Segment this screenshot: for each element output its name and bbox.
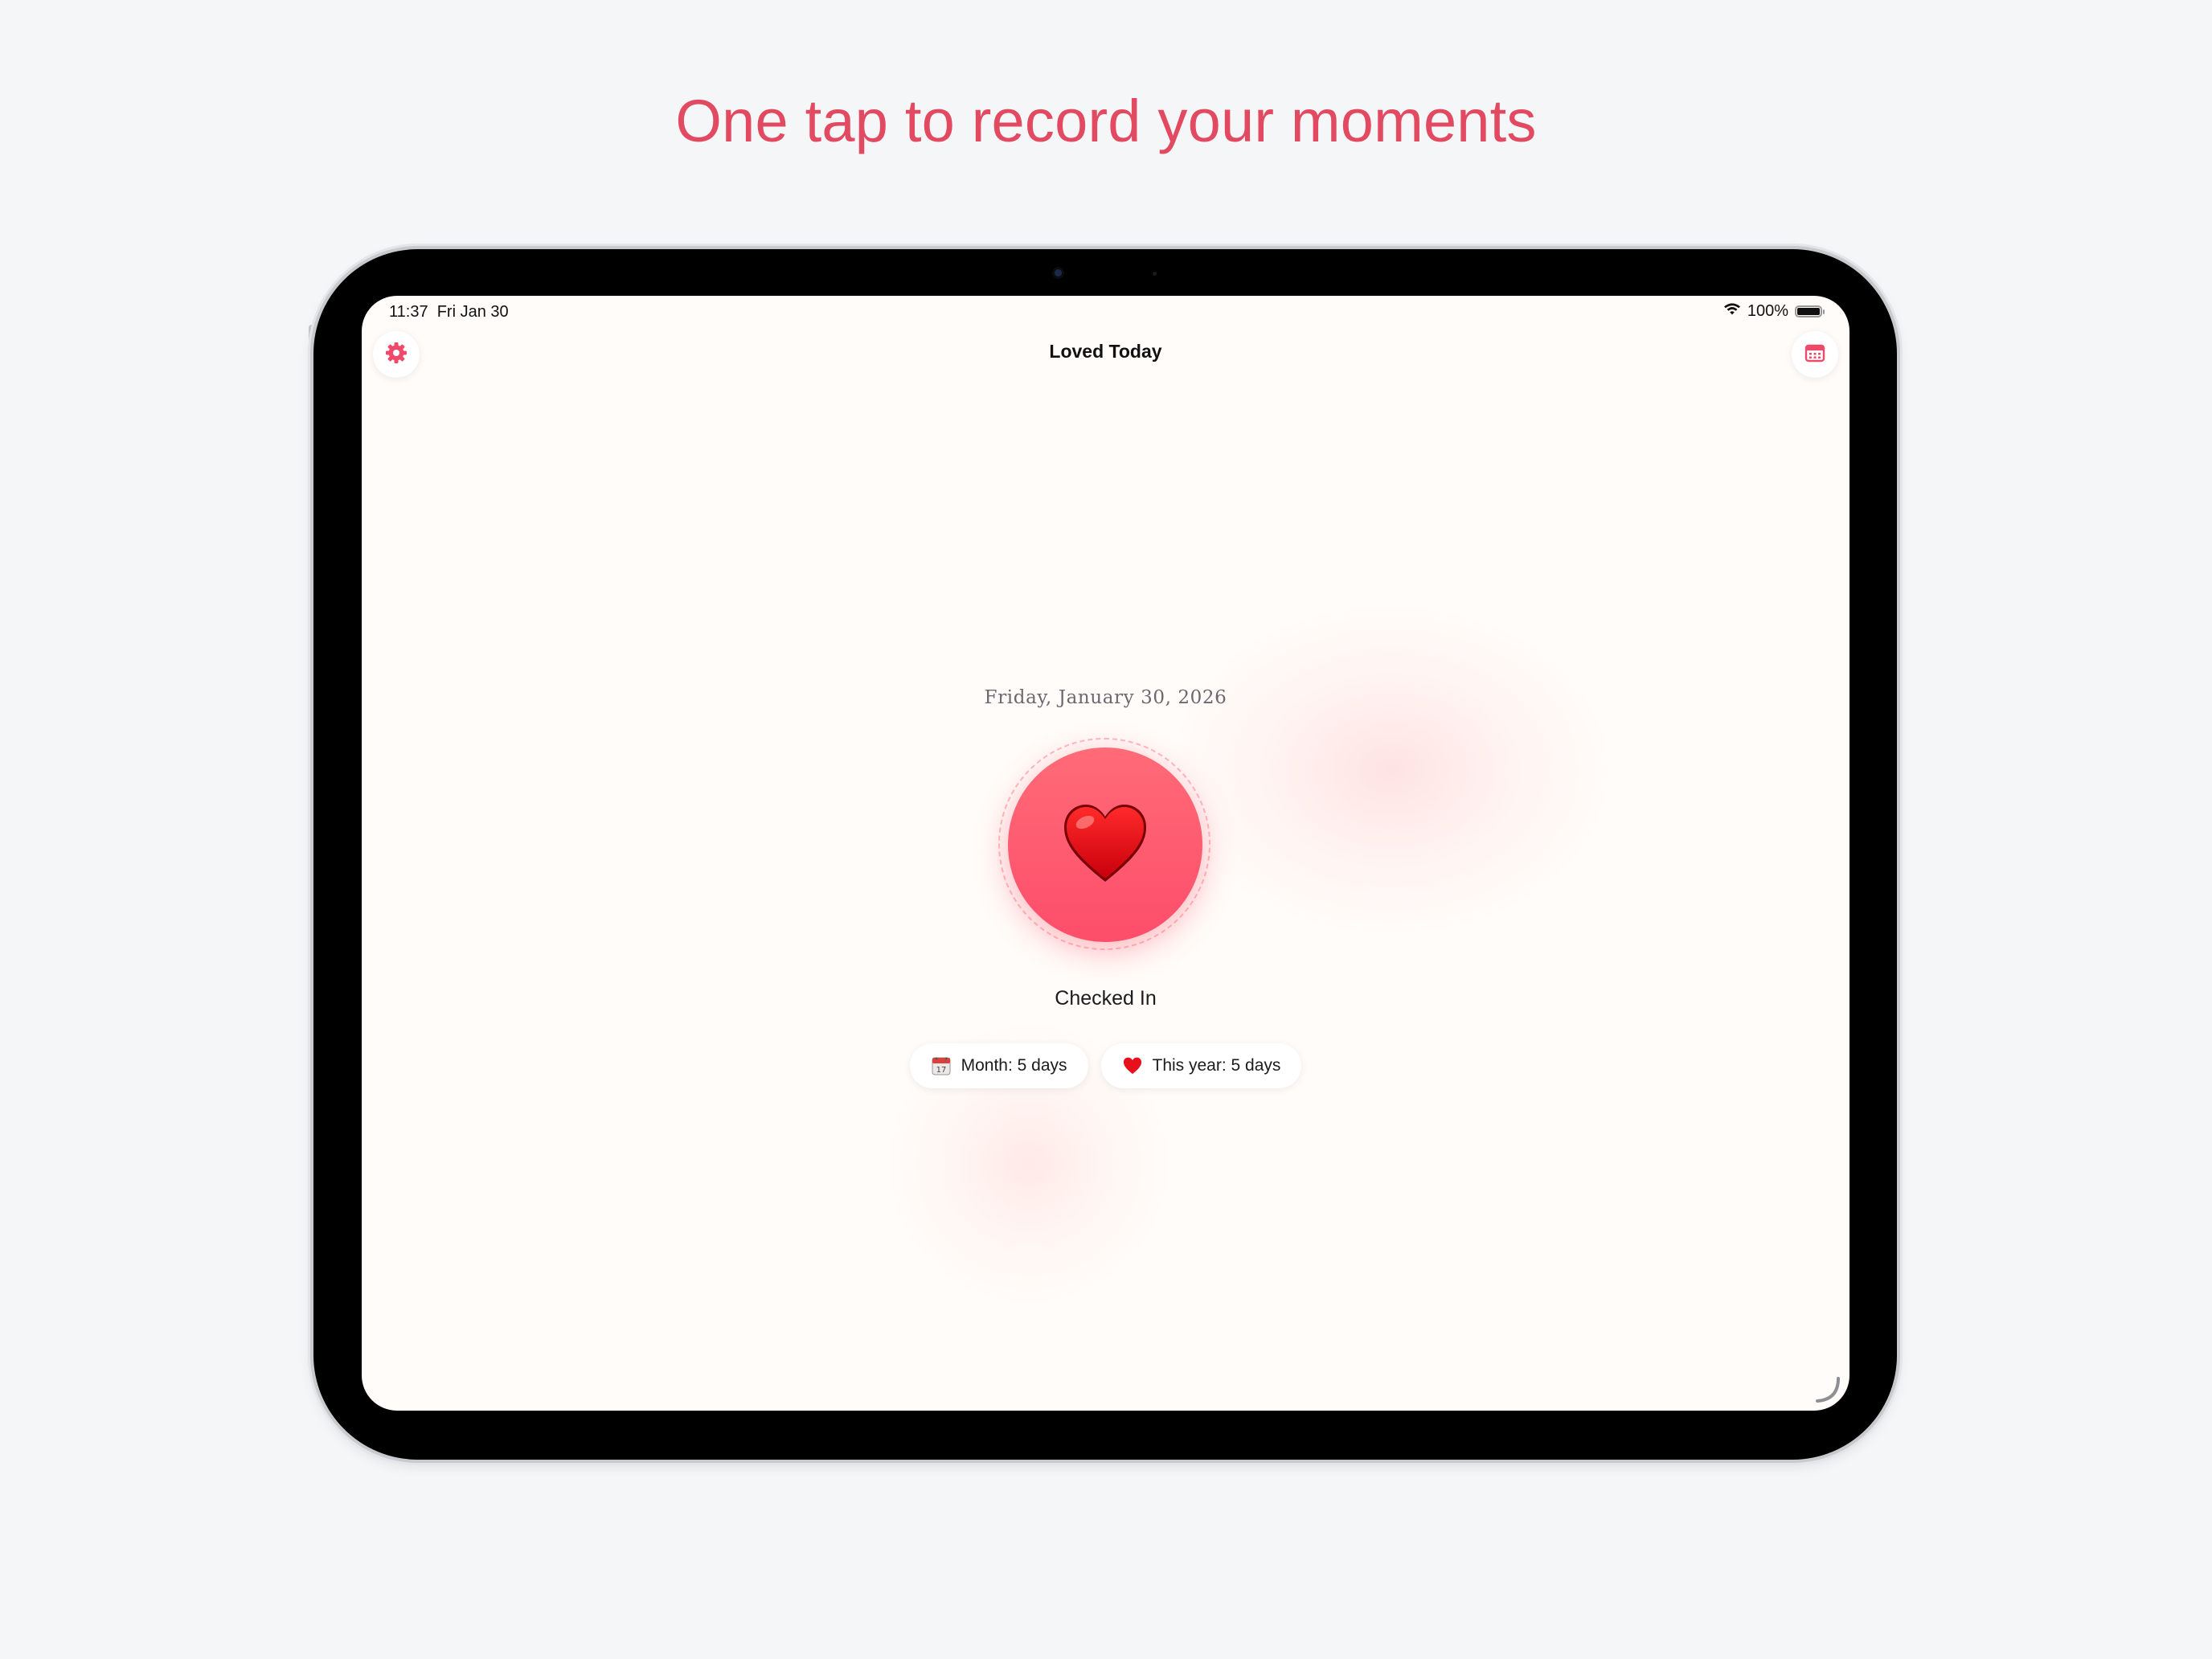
heart-emoji-icon [1122,1056,1143,1075]
page-title: Loved Today [1049,341,1162,362]
current-date: Friday, January 30, 2026 [984,687,1227,708]
battery-fill [1797,308,1820,315]
calendar-emoji-icon: 17 [931,1055,952,1076]
month-count-pill: 17 Month: 5 days [909,1043,1088,1088]
status-time-date: 11:37 Fri Jan 30 [389,303,509,322]
battery-percentage: 100% [1747,302,1788,320]
check-in-status: Checked In [1055,987,1157,1010]
front-camera [1055,269,1062,276]
headline: One tap to record your moments [675,88,1537,154]
status-indicators: 100% [1723,302,1825,321]
year-count-pill: This year: 5 days [1100,1043,1302,1088]
heart-emoji-icon [1061,801,1149,889]
year-count-label: This year: 5 days [1152,1056,1281,1075]
check-in-button[interactable] [1008,748,1202,942]
status-bar: 11:37 Fri Jan 30 100% [362,296,1849,328]
wifi-icon [1723,302,1741,321]
background-glow [1165,601,1616,939]
svg-text:17: 17 [936,1066,946,1075]
app-screen: 11:37 Fri Jan 30 100% Loved Today Friday… [362,296,1849,1411]
stats-row: 17 Month: 5 days This year: 5 days [362,1043,1849,1088]
battery-icon [1795,305,1825,317]
status-date: Fri Jan 30 [436,303,509,321]
month-count-label: Month: 5 days [961,1056,1067,1075]
calendar-button[interactable] [1792,331,1838,378]
resize-handle-icon [1809,1372,1841,1404]
status-time: 11:37 [389,303,428,321]
calendar-icon [1804,342,1826,368]
camera-sensor [1153,272,1157,276]
